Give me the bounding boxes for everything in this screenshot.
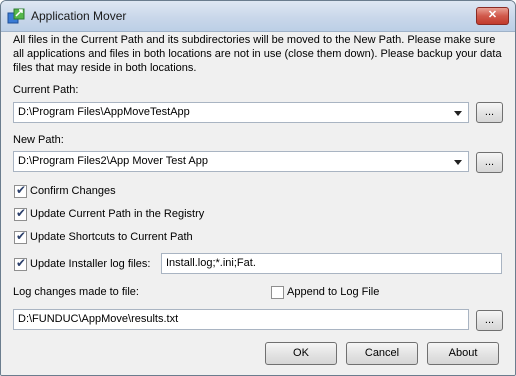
current-path-combo[interactable]: D:\Program Files\AppMoveTestApp [13, 102, 469, 123]
update-registry-label[interactable]: Update Current Path in the Registry [30, 208, 204, 220]
current-path-label: Current Path: [13, 84, 79, 96]
application-mover-window: Application Mover ✕ All files in the Cur… [0, 0, 516, 376]
update-installer-logs-checkbox[interactable]: ✔ [14, 256, 27, 271]
about-button[interactable]: About [427, 342, 499, 365]
update-shortcuts-checkbox[interactable]: ✔ [14, 229, 27, 244]
chevron-down-icon[interactable] [454, 160, 462, 165]
instructions-text: All files in the Current Path and its su… [13, 34, 502, 74]
checkmark-icon: ✔ [16, 183, 27, 197]
append-log-checkbox[interactable] [271, 286, 284, 299]
checkmark-icon: ✔ [16, 256, 27, 270]
confirm-changes-label[interactable]: Confirm Changes [30, 185, 116, 197]
ok-button[interactable]: OK [265, 342, 337, 365]
checkmark-icon: ✔ [16, 229, 27, 243]
log-file-browse-button[interactable]: ... [476, 310, 503, 331]
app-mover-icon [7, 8, 25, 24]
new-path-browse-button[interactable]: ... [476, 152, 503, 173]
log-file-value: D:\FUNDUC\AppMove\results.txt [18, 313, 179, 325]
log-file-input[interactable]: D:\FUNDUC\AppMove\results.txt [13, 309, 469, 330]
update-shortcuts-label[interactable]: Update Shortcuts to Current Path [30, 231, 193, 243]
cancel-button[interactable]: Cancel [346, 342, 418, 365]
new-path-value: D:\Program Files2\App Mover Test App [18, 155, 208, 167]
close-button[interactable]: ✕ [476, 7, 509, 25]
window-title: Application Mover [31, 9, 127, 23]
new-path-label: New Path: [13, 134, 64, 146]
installer-log-files-input[interactable]: Install.log;*.ini;Fat. [161, 253, 502, 274]
new-path-combo[interactable]: D:\Program Files2\App Mover Test App [13, 151, 469, 172]
current-path-value: D:\Program Files\AppMoveTestApp [18, 106, 190, 118]
update-installer-logs-label[interactable]: Update Installer log files: [30, 258, 150, 270]
append-log-label[interactable]: Append to Log File [287, 286, 379, 298]
log-changes-label: Log changes made to file: [13, 286, 139, 298]
installer-log-files-value: Install.log;*.ini;Fat. [166, 257, 256, 269]
current-path-browse-button[interactable]: ... [476, 102, 503, 123]
update-registry-checkbox[interactable]: ✔ [14, 206, 27, 221]
title-bar[interactable]: Application Mover ✕ [1, 1, 515, 32]
chevron-down-icon[interactable] [454, 111, 462, 116]
dialog-body: All files in the Current Path and its su… [1, 32, 515, 375]
checkmark-icon: ✔ [16, 206, 27, 220]
confirm-changes-checkbox[interactable]: ✔ [14, 183, 27, 198]
